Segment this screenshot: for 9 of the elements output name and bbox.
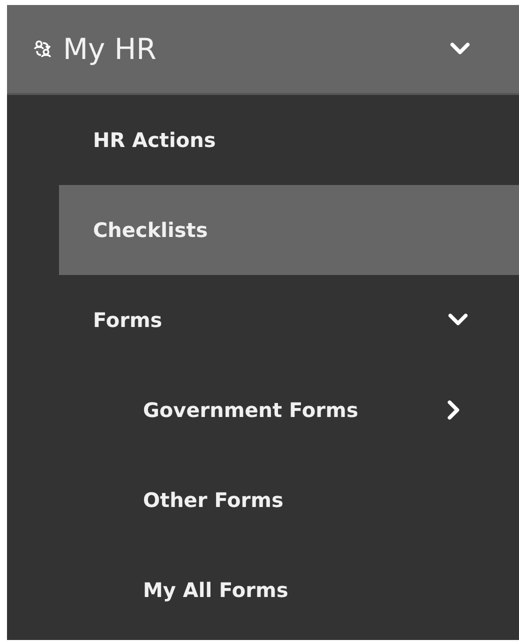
menu-header[interactable]: My HR [7, 5, 519, 95]
menu-item[interactable]: My All Forms [59, 545, 519, 635]
menu-item[interactable]: HR Actions [59, 95, 519, 185]
menu-item[interactable]: Government Forms [59, 365, 519, 455]
menu-title: My HR [63, 32, 156, 66]
people-swap-icon [33, 39, 53, 59]
menu-item[interactable]: Other Forms [59, 455, 519, 545]
menu-item[interactable]: Checklists [59, 185, 519, 275]
menu-item[interactable]: Forms [59, 275, 519, 365]
